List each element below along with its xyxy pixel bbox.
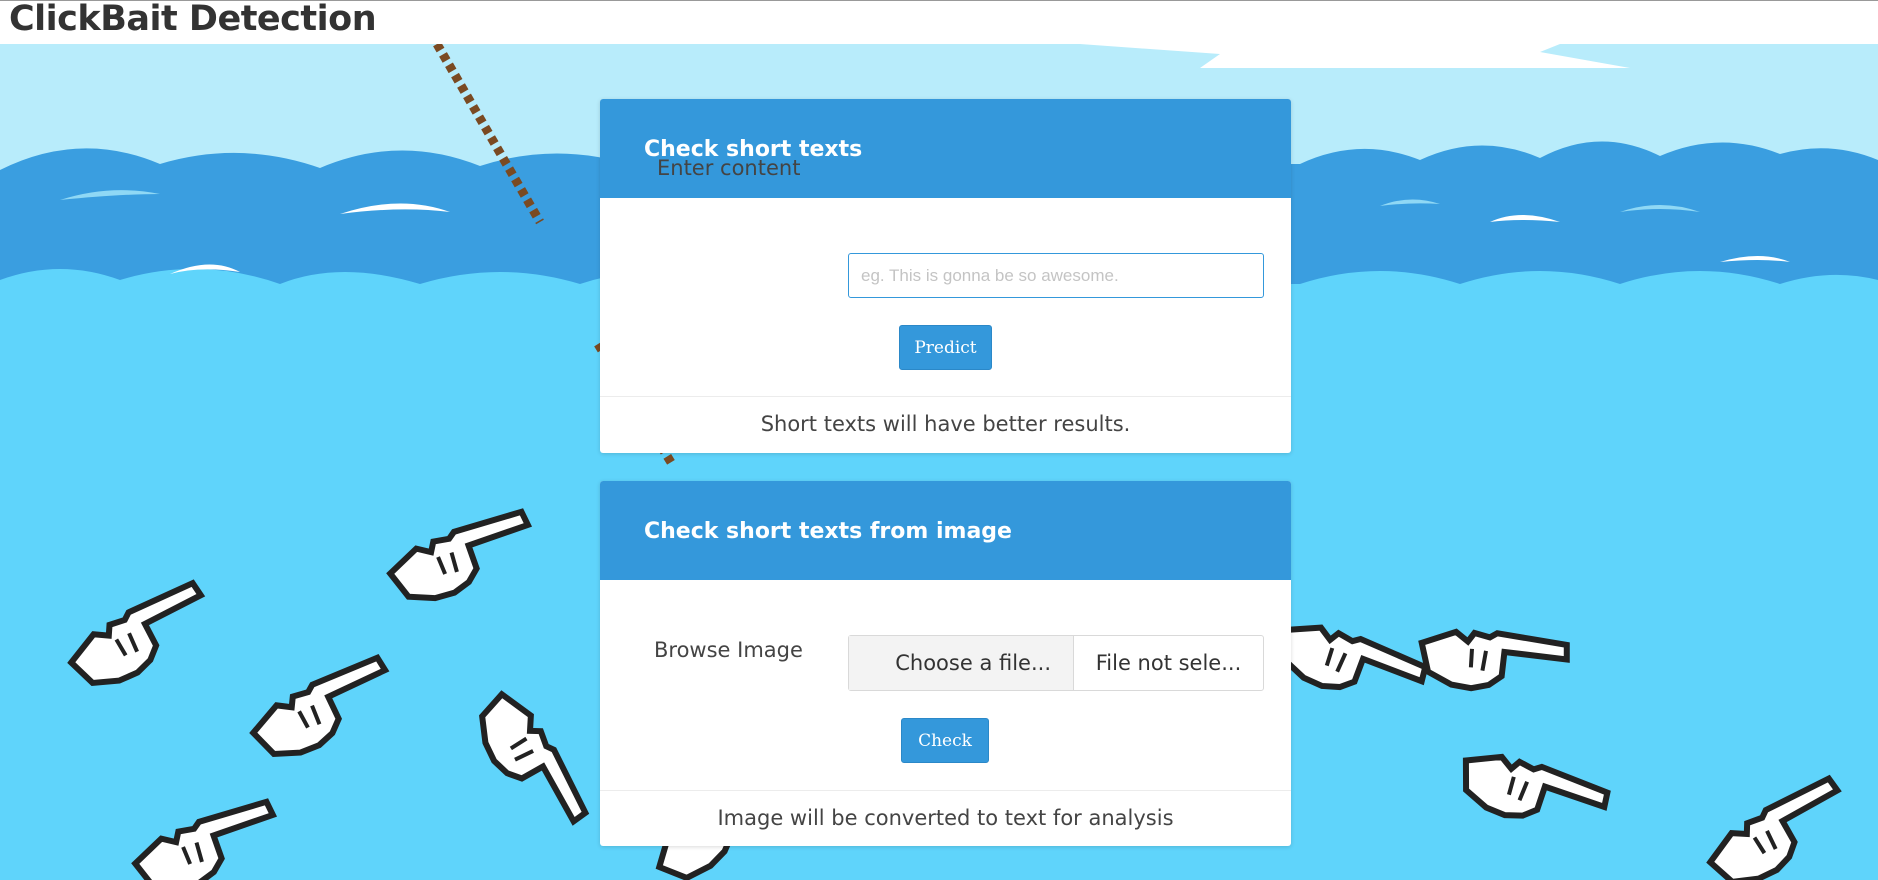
image-check-card: Check short texts from image Browse Imag… [600,481,1291,846]
card-footer: Short texts will have better results. [600,396,1291,454]
card-header: Check short texts from image [600,481,1291,580]
top-bar: ClickBait Detection [0,0,1878,44]
footer-note: Image will be converted to text for anal… [717,806,1174,830]
file-status: File not sele... [1095,651,1242,675]
choose-file-button[interactable]: Choose a file... [849,636,1074,690]
choose-file-label: Choose a file... [895,651,1051,675]
content-input[interactable] [848,253,1264,298]
check-button[interactable]: Check [901,718,989,763]
enter-content-label: Enter content [657,156,801,180]
footer-note: Short texts will have better results. [760,412,1131,436]
text-check-card: Check short texts Enter content Predict … [600,99,1291,453]
card-footer: Image will be converted to text for anal… [600,790,1291,847]
card-header: Check short texts [600,99,1291,198]
file-input[interactable]: Choose a file... File not sele... [848,635,1264,691]
app-title: ClickBait Detection [9,0,377,39]
predict-button[interactable]: Predict [899,325,992,370]
browse-image-label: Browse Image [654,638,803,662]
card-title: Check short texts from image [644,519,1012,544]
